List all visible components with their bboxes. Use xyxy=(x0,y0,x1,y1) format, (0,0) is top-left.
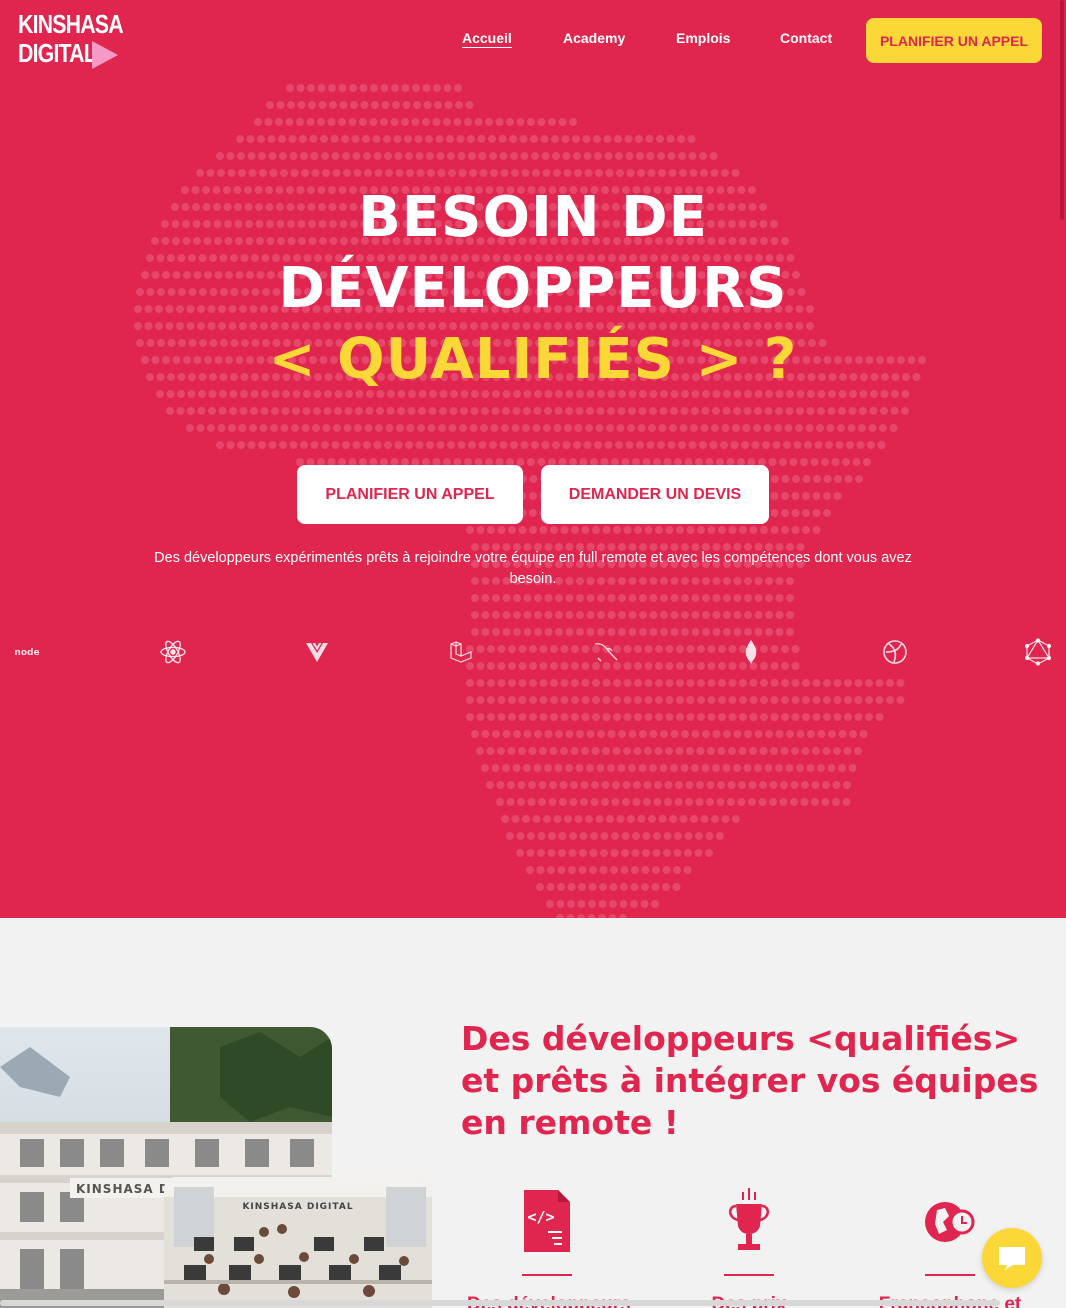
classroom-sign-text: KINSHASA DIGITAL xyxy=(242,1202,353,1212)
horizontal-scroll-track[interactable] xyxy=(0,1300,1000,1306)
trophy-icon xyxy=(714,1186,784,1256)
section2-title: Des développeurs <qualifiés> et prêts à … xyxy=(461,1019,1039,1142)
chat-bubble-icon xyxy=(999,1247,1025,1270)
hero-section: KINSHASA DIGITAL Accueil Academy Emplois… xyxy=(0,0,1066,918)
feature-prices: Des prix xyxy=(669,1186,829,1308)
redux-icon xyxy=(881,638,909,666)
mysql-icon xyxy=(592,638,620,666)
africa-dot-map xyxy=(134,84,926,918)
hero-subtitle: Des développeurs expérimentés prêts à re… xyxy=(154,550,912,587)
react-icon xyxy=(159,638,187,666)
chat-widget-button[interactable] xyxy=(982,1228,1042,1288)
building-sign-text: KINSHASA DI xyxy=(76,1182,175,1196)
classroom-photo: KINSHASA DIGITAL xyxy=(164,1177,432,1308)
code-file-icon: </> xyxy=(512,1186,582,1256)
nodejs-icon: node xyxy=(13,638,41,666)
logo-text-top: KINSHASA xyxy=(18,9,124,39)
nav-item-contact[interactable]: Contact xyxy=(780,30,832,46)
feature-developers: </> Des développeurs xyxy=(467,1186,631,1308)
feature-divider xyxy=(724,1274,774,1276)
hero-title: BESOIN DE DÉVELOPPEURS < QUALIFIÉS > ? xyxy=(0,182,1066,395)
request-quote-button[interactable]: DEMANDER UN DEVIS xyxy=(541,465,769,524)
nav-item-accueil[interactable]: Accueil xyxy=(462,30,512,46)
vue-icon xyxy=(303,638,331,666)
nav-item-academy[interactable]: Academy xyxy=(563,30,625,46)
logo-play-icon xyxy=(92,41,118,69)
hero-title-highlight: < QUALIFIÉS > ? xyxy=(268,327,798,392)
schedule-call-button[interactable]: PLANIFIER UN APPEL xyxy=(297,465,523,524)
mongodb-icon xyxy=(737,638,765,666)
nav-item-emplois[interactable]: Emplois xyxy=(676,30,730,46)
feature-divider xyxy=(522,1274,572,1276)
header-schedule-call-button[interactable]: PLANIFIER UN APPEL xyxy=(866,18,1042,63)
globe-clock-icon xyxy=(915,1186,985,1256)
svg-text:</>: </> xyxy=(527,1208,554,1226)
feature-divider xyxy=(925,1274,975,1276)
hero-title-line2: DÉVELOPPEURS xyxy=(278,256,788,321)
graphql-icon xyxy=(1024,638,1052,666)
kinshasa-digital-logo[interactable]: KINSHASA DIGITAL xyxy=(18,11,128,69)
svg-text:node: node xyxy=(14,648,39,658)
laravel-icon xyxy=(448,638,476,666)
hero-title-line1: BESOIN DE xyxy=(358,185,708,250)
